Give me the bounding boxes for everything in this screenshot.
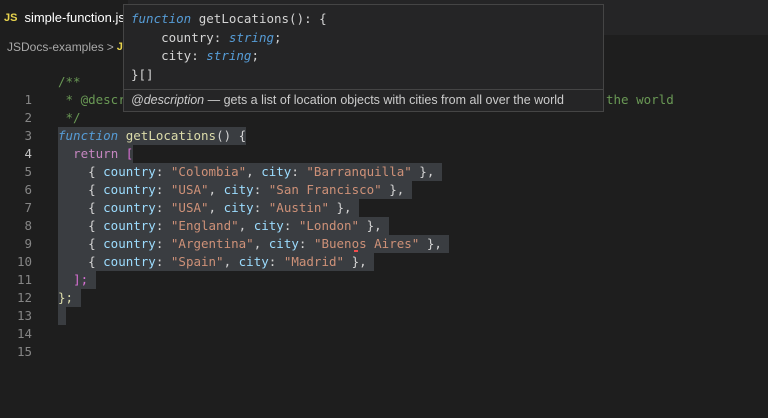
punctuation: () { [216,128,247,143]
property-key: country [103,254,156,269]
hover-colon: : [213,29,229,45]
punctuation: }; [58,290,74,305]
property-key: city [223,200,254,215]
punctuation: ]; [73,272,89,287]
code-text: ]; [58,271,96,289]
string-value: "Madrid" [283,254,345,269]
code-text: return [ [58,145,134,163]
code-text: * @descr [58,92,126,107]
breadcrumb-file-icon[interactable]: J [117,41,123,53]
hover-signature: function getLocations(): { country: stri… [131,10,327,84]
hover-description: @description — gets a list of location o… [131,93,564,107]
hover-desc-text: — gets a list of location objects with c… [204,93,565,107]
code-text: }; [58,289,81,307]
line-number: 15 [16,344,32,359]
string-value: "Buenos Aires" [313,236,420,251]
tab-label: simple-function.js [24,10,125,25]
tab-simple-function[interactable]: JS simple-function.js [0,0,128,35]
code-line: 10 { country: "Argentina", city: "Buenos… [0,235,768,269]
code-line: 13 }; [0,289,768,323]
hover-colon: : [191,48,207,63]
hover-tooltip: function getLocations(): { country: stri… [123,4,604,112]
code-text [58,307,66,325]
punctuation: [ [118,146,134,161]
property-key: country [103,218,156,233]
hover-close: }[] [131,66,154,82]
code-line: 9 { country: "England", city: "London" }… [0,217,768,251]
property-key: city [268,236,299,251]
function-name: getLocations [125,128,217,143]
string-value: "USA" [170,182,209,197]
code-line: 14 [0,307,768,341]
keyword-function: function [58,128,119,143]
string-value: "Colombia" [170,164,247,179]
code-text: function getLocations() { [58,127,247,145]
spelling-squiggle[interactable] [354,246,358,252]
hover-desc-tag: @description [131,93,205,107]
code-line: 6 { country: "Colombia", city: "Barranqu… [0,163,768,197]
keyword-return: return [73,146,119,161]
hover-function-name: getLocations(): { [198,11,327,26]
property-key: country [103,236,156,251]
property-key: country [103,164,156,179]
hover-type: string [206,48,252,63]
code-line: 11 { country: "Spain", city: "Madrid" }, [0,253,768,287]
code-text: { country: "Spain", city: "Madrid" }, [58,253,375,271]
hover-divider [124,89,603,90]
string-value: "San Francisco" [268,182,382,197]
code-text: { country: "Argentina", city: "Buenos Ai… [58,235,450,253]
hover-keyword: function [131,11,192,26]
code-text: { country: "England", city: "London" }, [58,217,390,235]
code-text: /** [58,74,81,89]
code-line: 12 ]; [0,271,768,305]
string-value: "USA" [170,200,209,215]
hover-prop-country: country [161,29,214,45]
code-text: */ [58,110,81,125]
breadcrumb-folder[interactable]: JSDocs-examples [7,40,104,54]
string-value: "Austin" [268,200,329,215]
code-line: 15 [0,325,768,359]
hover-semicolon: ; [274,29,282,45]
string-value: "Spain" [170,254,224,269]
chevron-right-icon: > [106,40,114,54]
js-file-icon: JS [4,11,18,24]
code-line: 5 return [ [0,145,768,179]
code-line: 8 { country: "USA", city: "Austin" }, [0,199,768,233]
property-key: city [253,218,284,233]
code-line: 4 function getLocations() { [0,127,768,161]
code-line: 7 { country: "USA", city: "San Francisco… [0,181,768,215]
breadcrumb: JSDocs-examples > J [0,37,123,57]
code-text: { country: "USA", city: "San Francisco" … [58,181,412,199]
property-key: country [103,182,156,197]
hover-semicolon: ; [251,48,259,63]
property-key: city [238,254,269,269]
property-key: country [103,200,156,215]
code-editor[interactable]: 1 /** 2 * @descr the world 3 */ 4 functi… [0,73,768,359]
string-value: "Barranquilla" [306,164,412,179]
property-key: city [261,164,292,179]
string-value: "London" [298,218,360,233]
string-value: "England" [170,218,239,233]
string-value: "Argentina" [170,236,254,251]
hover-prop-city: city [161,48,192,63]
hover-type: string [228,29,275,45]
code-text: { country: "USA", city: "Austin" }, [58,199,360,217]
code-text: { country: "Colombia", city: "Barranquil… [58,163,442,181]
code-text-tail: the world [606,92,674,107]
property-key: city [223,182,254,197]
